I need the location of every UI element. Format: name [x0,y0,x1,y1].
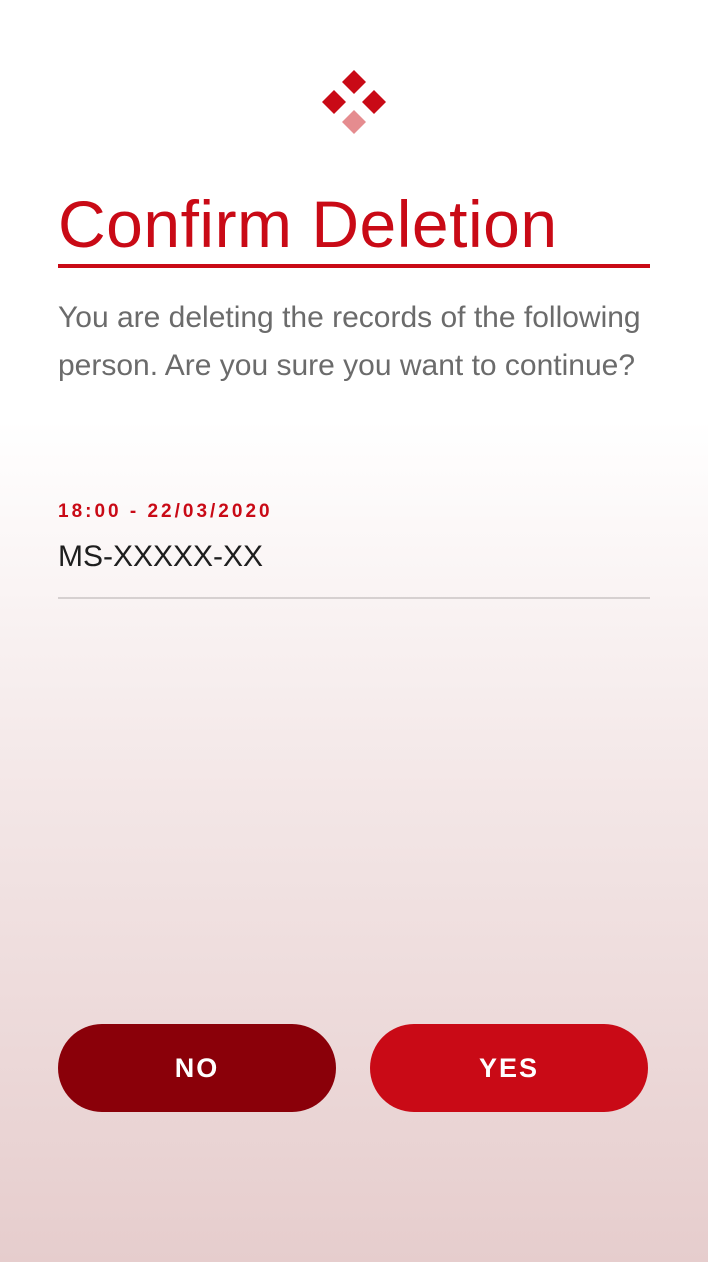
yes-button[interactable]: YES [370,1024,648,1112]
record-divider [58,597,650,599]
record-timestamp: 18:00 - 22/03/2020 [58,501,273,522]
title-divider [58,264,650,268]
no-button[interactable]: NO [58,1024,336,1112]
confirmation-message: You are deleting the records of the foll… [58,301,641,382]
record-id: MS-XXXXX-XX [58,540,264,573]
brand-logo-icon [322,70,386,134]
page-title: Confirm Deletion [58,187,558,261]
